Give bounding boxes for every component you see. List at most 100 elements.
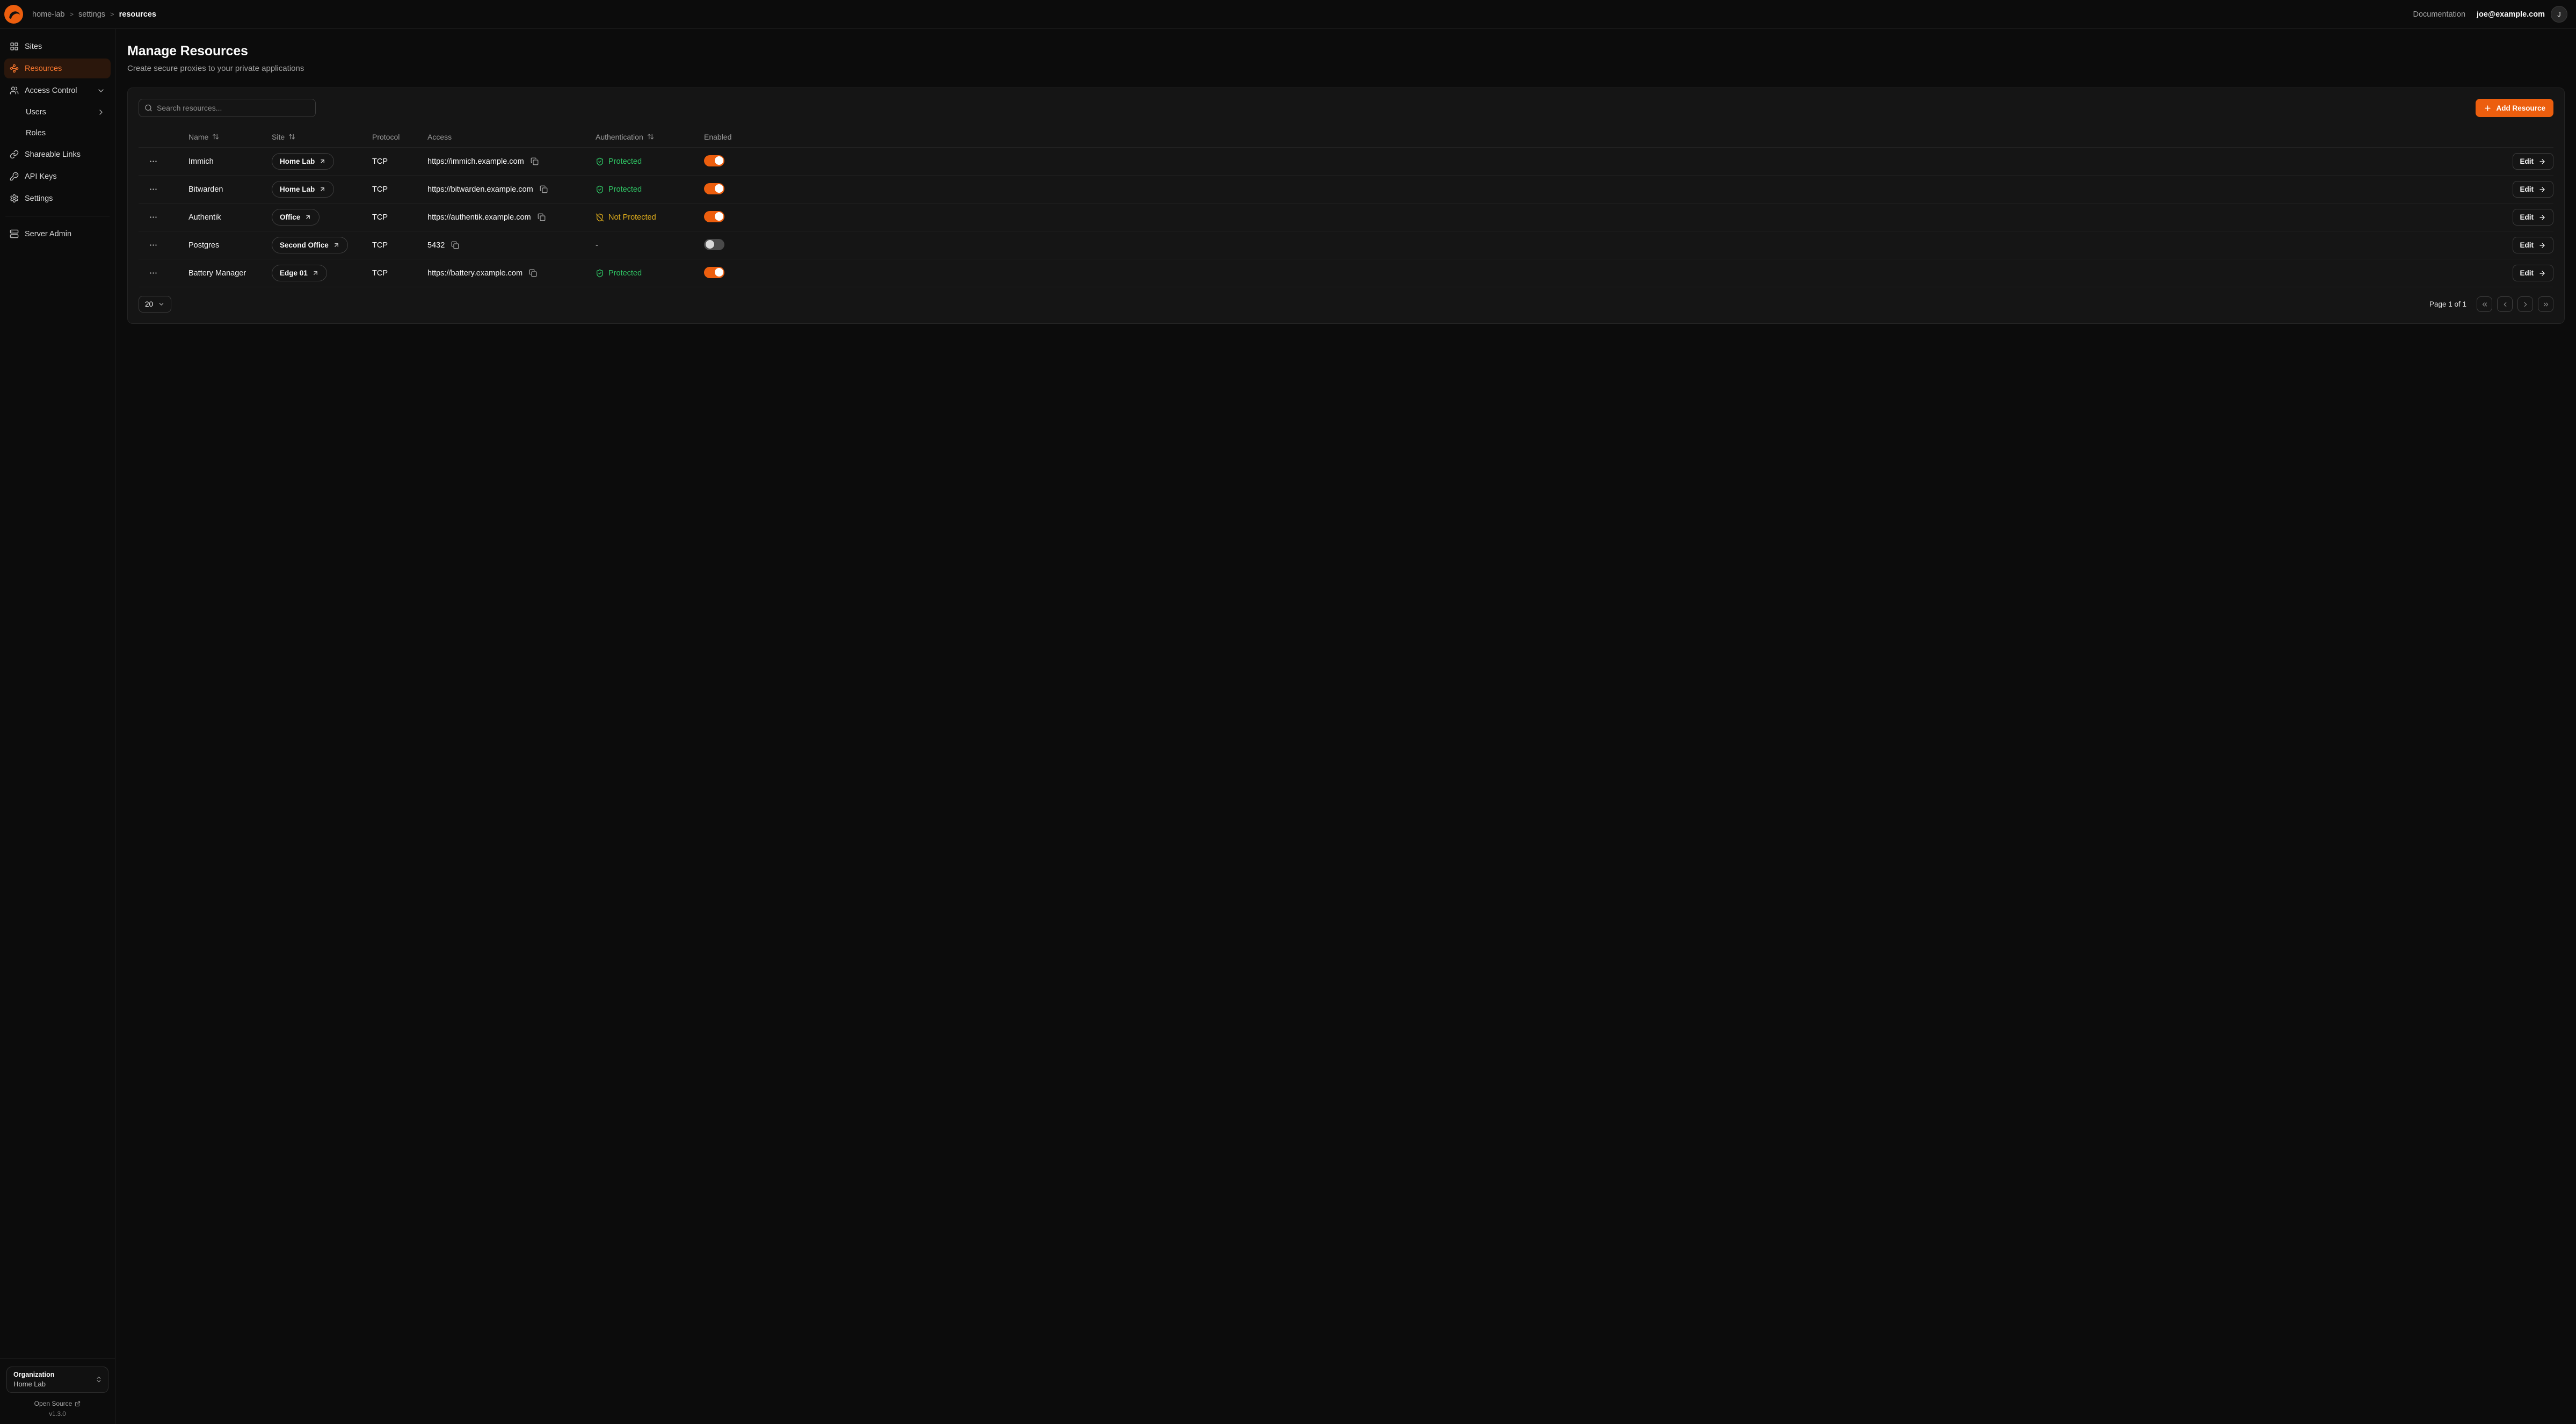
table-row: Authentik Office TCP https://authentik.e…: [139, 204, 2553, 231]
page-title: Manage Resources: [127, 43, 2565, 59]
enabled-toggle[interactable]: [704, 267, 724, 278]
sidebar-item-api-keys[interactable]: API Keys: [4, 166, 111, 186]
add-resource-label: Add Resource: [2496, 104, 2545, 112]
copy-icon: [451, 241, 459, 249]
org-label: Organization: [13, 1371, 54, 1378]
copy-icon: [540, 185, 548, 193]
users-icon: [10, 86, 19, 95]
sidebar-item-users[interactable]: Users: [4, 103, 111, 121]
copy-button[interactable]: [450, 240, 460, 250]
documentation-link[interactable]: Documentation: [2413, 10, 2466, 19]
previous-page-button[interactable]: [2497, 296, 2513, 312]
card-toolbar: Add Resource: [139, 99, 2553, 117]
chevron-down-icon: [158, 301, 165, 308]
enabled-toggle[interactable]: [704, 183, 724, 194]
sidebar-item-roles[interactable]: Roles: [4, 123, 111, 142]
breadcrumb-settings[interactable]: settings: [78, 10, 105, 19]
sidebar-item-shareable-links[interactable]: Shareable Links: [4, 144, 111, 164]
breadcrumb-separator: >: [69, 10, 74, 18]
sidebar-item-sites[interactable]: Sites: [4, 37, 111, 56]
add-resource-button[interactable]: Add Resource: [2476, 99, 2553, 117]
body-row: Sites Resources Access Control: [0, 29, 2576, 1424]
sidebar-item-settings[interactable]: Settings: [4, 188, 111, 208]
site-link-button[interactable]: Home Lab: [272, 181, 334, 198]
auth-status-label: -: [596, 241, 598, 250]
copy-button[interactable]: [528, 268, 538, 278]
table-row: Bitwarden Home Lab TCP https://bitwarden…: [139, 176, 2553, 204]
column-authentication[interactable]: Authentication: [596, 133, 704, 141]
page-info: Page 1 of 1: [2429, 300, 2466, 308]
copy-icon: [538, 213, 546, 221]
arrow-right-icon: [2538, 242, 2546, 249]
page-size-select[interactable]: 20: [139, 296, 171, 313]
row-menu-button[interactable]: [145, 154, 161, 170]
toggle-knob: [715, 156, 723, 165]
site-link-button[interactable]: Edge 01: [272, 265, 327, 281]
resources-table: Name Site Protocol Access: [139, 126, 2553, 287]
open-source-label: Open Source: [34, 1400, 72, 1407]
access-url: https://battery.example.com: [427, 269, 523, 278]
sidebar: Sites Resources Access Control: [0, 29, 115, 1424]
protocol: TCP: [372, 241, 427, 250]
column-site[interactable]: Site: [272, 133, 372, 141]
column-name[interactable]: Name: [188, 133, 272, 141]
top-bar: home-lab > settings > resources Document…: [0, 0, 2576, 29]
chevron-right-icon: [2522, 301, 2529, 308]
plus-icon: [2484, 104, 2492, 112]
access-cell: https://authentik.example.com: [427, 212, 596, 222]
table-row: Postgres Second Office TCP 5432 -: [139, 231, 2553, 259]
first-page-button[interactable]: [2477, 296, 2492, 312]
site-link-button[interactable]: Office: [272, 209, 320, 226]
user-email[interactable]: joe@example.com: [2477, 10, 2545, 19]
row-menu-button[interactable]: [145, 265, 161, 281]
arrow-right-icon: [2538, 186, 2546, 193]
table-row: Battery Manager Edge 01 TCP https://batt…: [139, 259, 2553, 287]
ellipsis-icon: [149, 157, 158, 166]
sidebar-item-access-control[interactable]: Access Control: [4, 81, 111, 100]
edit-button[interactable]: Edit: [2513, 209, 2554, 226]
chevrons-right-icon: [2542, 301, 2550, 308]
edit-button[interactable]: Edit: [2513, 181, 2554, 198]
site-link-button[interactable]: Home Lab: [272, 153, 334, 170]
enabled-toggle[interactable]: [704, 155, 724, 166]
toggle-knob: [715, 212, 723, 221]
waypoints-icon: [10, 64, 19, 73]
chevron-left-icon: [2501, 301, 2509, 308]
row-menu-button[interactable]: [145, 181, 161, 198]
user-avatar[interactable]: J: [2551, 6, 2567, 23]
row-menu-button[interactable]: [145, 237, 161, 253]
edit-button[interactable]: Edit: [2513, 237, 2554, 253]
sidebar-item-label: Roles: [26, 129, 105, 137]
edit-button[interactable]: Edit: [2513, 153, 2554, 170]
enabled-toggle[interactable]: [704, 239, 724, 250]
toggle-knob: [715, 268, 723, 277]
org-selector[interactable]: Organization Home Lab: [6, 1367, 108, 1393]
copy-button[interactable]: [536, 212, 547, 222]
ellipsis-icon: [149, 241, 158, 250]
sidebar-item-server-admin[interactable]: Server Admin: [4, 224, 111, 244]
link-icon: [10, 150, 19, 159]
edit-button[interactable]: Edit: [2513, 265, 2554, 281]
search-input[interactable]: [139, 99, 316, 117]
pangolin-logo-icon[interactable]: [4, 5, 23, 24]
org-text: Organization Home Lab: [13, 1371, 54, 1388]
breadcrumb-current: resources: [119, 10, 156, 19]
enabled-toggle[interactable]: [704, 211, 724, 222]
site-link-button[interactable]: Second Office: [272, 237, 348, 253]
row-menu-button[interactable]: [145, 209, 161, 226]
last-page-button[interactable]: [2538, 296, 2553, 312]
open-source-link[interactable]: Open Source: [34, 1400, 81, 1407]
resource-name: Postgres: [188, 241, 272, 250]
arrow-right-icon: [2538, 214, 2546, 221]
copy-button[interactable]: [529, 156, 540, 166]
sidebar-item-resources[interactable]: Resources: [4, 59, 111, 78]
sidebar-footer: Organization Home Lab Open Source v1.3.0: [0, 1358, 115, 1424]
sidebar-item-label: Users: [26, 108, 91, 117]
auth-status-label: Protected: [608, 185, 642, 194]
shield-check-icon: [596, 185, 604, 194]
access-url: https://authentik.example.com: [427, 213, 531, 222]
next-page-button[interactable]: [2517, 296, 2533, 312]
app-root: home-lab > settings > resources Document…: [0, 0, 2576, 1424]
breadcrumb-org[interactable]: home-lab: [32, 10, 64, 19]
copy-button[interactable]: [539, 184, 549, 194]
